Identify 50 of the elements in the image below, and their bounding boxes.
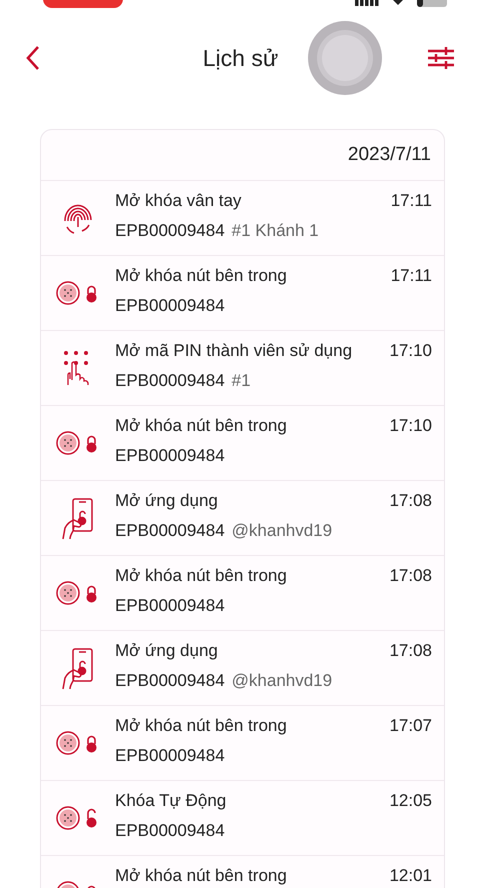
event-user: @khanhvd19 [232, 521, 332, 541]
sliders-icon [427, 45, 455, 71]
event-title: Mở khóa nút bên trong [115, 866, 287, 886]
history-row[interactable]: Mở khóa nút bên trong 17:07 EPB00009484 [41, 705, 444, 780]
event-title: Mở khóa nút bên trong [115, 566, 287, 586]
history-row[interactable]: Mở khóa nút bên trong 17:11 EPB00009484 [41, 255, 444, 330]
history-row[interactable]: Mở khóa nút bên trong 12:01 [41, 855, 444, 888]
event-title: Mở khóa vân tay [115, 191, 242, 211]
event-time: 12:01 [389, 866, 432, 886]
device-id: EPB00009484 [115, 746, 225, 766]
event-title: Mở khóa nút bên trong [115, 716, 287, 736]
event-time: 12:05 [389, 791, 432, 811]
history-row[interactable]: Mở khóa nút bên trong 17:10 EPB00009484 [41, 405, 444, 480]
event-title: Mở khóa nút bên trong [115, 266, 287, 286]
event-time: 17:08 [389, 566, 432, 586]
device-id: EPB00009484 [115, 371, 225, 391]
history-row[interactable]: Mở khóa vân tay 17:11 EPB00009484 #1 Khánh 1 [41, 180, 444, 255]
signal-icon [355, 0, 379, 6]
phone-hand-icon [60, 496, 96, 540]
device-id: EPB00009484 [115, 221, 225, 241]
date-label: 2023/7/11 [348, 144, 431, 166]
event-time: 17:07 [389, 716, 432, 736]
event-user: @khanhvd19 [232, 671, 332, 691]
battery-icon [417, 0, 447, 7]
event-title: Mở khóa nút bên trong [115, 416, 287, 436]
history-row[interactable]: Mở ứng dụng 17:08 EPB00009484 @khanhvd19 [41, 630, 444, 705]
event-user: #1 [232, 371, 251, 391]
history-row[interactable]: Khóa Tự Động 12:05 EPB00009484 [41, 780, 444, 855]
event-title: Khóa Tự Động [115, 791, 226, 811]
device-id: EPB00009484 [115, 446, 225, 466]
event-time: 17:08 [389, 491, 432, 511]
history-row[interactable]: Mở ứng dụng 17:08 EPB00009484 @khanhvd19 [41, 480, 444, 555]
event-time: 17:11 [390, 191, 432, 211]
history-row[interactable]: Mở khóa nút bên trong 17:08 EPB00009484 [41, 555, 444, 630]
event-time: 17:11 [390, 266, 432, 286]
event-user: #1 Khánh 1 [232, 221, 319, 241]
event-time: 17:10 [389, 341, 432, 361]
device-id: EPB00009484 [115, 521, 225, 541]
device-id: EPB00009484 [115, 596, 225, 616]
event-title: Mở ứng dụng [115, 491, 218, 511]
page-title: Lịch sử [202, 44, 278, 72]
event-title: Mở ứng dụng [115, 641, 218, 661]
device-id: EPB00009484 [115, 296, 225, 316]
device-id: EPB00009484 [115, 671, 225, 691]
phone-hand-icon [60, 646, 96, 690]
event-title: Mở mã PIN thành viên sử dụng [115, 341, 352, 361]
history-row[interactable]: Mở mã PIN thành viên sử dụng 17:10 EPB00009484 #1 [41, 330, 444, 405]
event-time: 17:10 [389, 416, 432, 436]
device-id: EPB00009484 [115, 821, 225, 841]
event-time: 17:08 [389, 641, 432, 661]
